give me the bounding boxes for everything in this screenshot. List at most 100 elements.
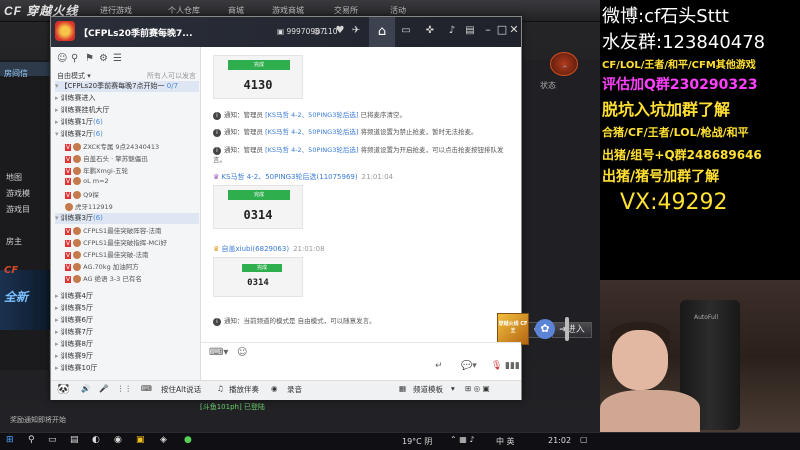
member-item[interactable]: V Q9探 xyxy=(65,189,199,200)
volume-slider[interactable]: ⋮⋮ xyxy=(117,384,132,393)
group-home-icon[interactable]: ☺ xyxy=(57,53,67,64)
channel-training-7[interactable]: ▸ 训练赛7厅 xyxy=(55,327,199,338)
member-item[interactable]: VoL m=2 xyxy=(65,177,199,188)
minimize-icon[interactable]: – xyxy=(481,23,495,36)
info-icon: i xyxy=(213,147,221,155)
emoji-icon[interactable]: ☺ xyxy=(237,347,247,358)
play-accompaniment-button[interactable]: 播放伴奏 xyxy=(229,384,259,395)
admin-link[interactable]: [KS马哲 4-2、50PING3轮后选] xyxy=(265,128,358,136)
channel-training-9[interactable]: ▸ 训练赛9厅 xyxy=(55,351,199,362)
channel-label: 训练赛5厅 xyxy=(60,304,93,312)
keyboard-icon[interactable]: ⌨ xyxy=(141,384,152,393)
assistant-icon[interactable]: ✿ xyxy=(535,319,555,339)
channel-label: 训练赛7厅 xyxy=(60,328,93,336)
group-avatar[interactable] xyxy=(55,21,75,41)
member-item[interactable]: V CFPLS1最佳突破-法南 xyxy=(65,249,199,260)
list-icon[interactable]: ☰ xyxy=(113,53,122,64)
channel-main[interactable]: ▾ 【CFPLs20季前赛每晚7点开始一 0/7 xyxy=(55,81,199,92)
channel-training-entry[interactable]: ▸ 训练赛进入 xyxy=(55,93,199,104)
mic-toggle-icon[interactable]: 🎤 xyxy=(99,384,108,393)
send-icon[interactable]: ✈ xyxy=(349,25,363,36)
game-tab-inventory[interactable]: 个人仓库 xyxy=(168,5,200,16)
member-item[interactable]: V 年鹏Xmgi-五轮 xyxy=(65,165,199,176)
member-item[interactable]: V AG.70kg 加油阿方 xyxy=(65,261,199,272)
location-icon[interactable]: ⚑ xyxy=(85,53,94,64)
member-name: 年鹏Xmgi-五轮 xyxy=(83,167,129,175)
mode-dropdown[interactable]: 自由模式 ▾ xyxy=(57,71,91,81)
member-name: ZXCK专属 9点24340413 xyxy=(83,143,160,151)
member-item[interactable]: V CFPLS1最佳突破指挥-MCi好 xyxy=(65,237,199,248)
task-view-icon[interactable]: ▭ xyxy=(48,435,57,445)
record-icon[interactable]: ◉ xyxy=(271,384,278,393)
close-icon[interactable]: ✕ xyxy=(507,23,521,36)
template-icon[interactable]: ▦ xyxy=(399,384,406,393)
admin-link[interactable]: [KS马哲 4-2、50PING3轮后选] xyxy=(265,146,358,154)
record-button[interactable]: 录音 xyxy=(287,384,302,395)
hold-to-speak-button[interactable]: 按住Alt说话 xyxy=(161,384,201,395)
input-method[interactable]: 中 英 xyxy=(496,436,515,447)
gamepad-icon[interactable]: ✜ xyxy=(423,25,437,36)
scroll-up-icon[interactable]: ⌃ xyxy=(561,65,569,75)
speaker-icon[interactable]: 🔊 xyxy=(81,384,90,393)
chat-app-icon[interactable]: ◈ xyxy=(160,435,167,445)
announcement-icon[interactable]: ▭ xyxy=(399,25,413,36)
notification-icon[interactable]: ▢ xyxy=(580,435,588,444)
game-tab-shop[interactable]: 商城 xyxy=(228,5,244,16)
channel-training-lobby[interactable]: ▸ 训练赛挂机大厅 xyxy=(55,105,199,116)
channel-label: 训练赛10厅 xyxy=(60,364,98,372)
favorite-icon[interactable]: ♥ xyxy=(333,25,347,36)
windows-start-icon[interactable]: ⊞ xyxy=(6,435,14,445)
weather-widget[interactable]: 19°C 阴 xyxy=(402,436,432,447)
channel-training-2[interactable]: ▾ 训练赛2厅(6) xyxy=(55,129,199,140)
wechat-icon[interactable]: ● xyxy=(184,435,192,445)
channel-training-3[interactable]: ▾ 训练赛3厅(6) xyxy=(55,213,199,224)
mic-icon[interactable]: 🎙 xyxy=(491,361,502,371)
promo-image[interactable]: 穿越火线 CF 王 xyxy=(497,313,529,345)
channel-training-1-count: (6) xyxy=(92,118,103,126)
panda-icon[interactable]: 🐼 xyxy=(57,384,69,395)
app-icon[interactable]: ◐ xyxy=(92,435,100,445)
more-icon[interactable]: ▤ xyxy=(463,25,477,36)
home-icon[interactable]: ⌂ xyxy=(369,17,395,47)
message-sender[interactable]: ♛ 自盖xiubi(6829063) 21:01:08 xyxy=(213,244,325,254)
notice-prefix: 通知：管理员 xyxy=(224,146,263,154)
channel-training-1[interactable]: ▸ 训练赛1厅(6) xyxy=(55,117,199,128)
game-code-screenshot[interactable]: 完成 0314 xyxy=(213,257,303,297)
member-item[interactable]: V ZXCK专属 9点24340413 xyxy=(65,141,199,152)
settings-icon[interactable]: ⚙ xyxy=(99,53,108,64)
channel-training-10[interactable]: ▸ 训练赛10厅 xyxy=(55,363,199,374)
music-icon[interactable]: ♫ xyxy=(217,384,224,393)
channel-template-button[interactable]: 频道模板 xyxy=(413,384,443,395)
member-avatar xyxy=(73,191,82,199)
chat-bubble-icon[interactable]: 💬▾ xyxy=(461,361,477,371)
game-tab-play[interactable]: 进行游戏 xyxy=(100,5,132,16)
overlay-fan-group: 水友群:123840478 xyxy=(602,32,766,53)
gamepad-icon[interactable]: ⌨▾ xyxy=(209,347,228,358)
member-item[interactable]: V 自盖石头 · 擎苏魅儡迅 xyxy=(65,153,199,164)
clock[interactable]: 21:02 xyxy=(548,436,571,445)
game-tab-events[interactable]: 活动 xyxy=(390,5,406,16)
member-item[interactable]: 虎牙112919 xyxy=(65,201,199,212)
message-sender[interactable]: ♛ KS马哲 4-2、50PING3轮后选(11075969) 21:01:04 xyxy=(213,172,393,182)
channel-training-8[interactable]: ▸ 训练赛8厅 xyxy=(55,339,199,350)
enter-key-icon[interactable]: ↵ xyxy=(435,361,443,371)
chevron-down-icon[interactable]: ▾ xyxy=(451,384,455,393)
tray-icons[interactable]: ⌃ ▦ ♪ xyxy=(450,435,474,444)
message-scrollbar[interactable] xyxy=(565,317,569,341)
search-icon[interactable]: ⚲ xyxy=(28,435,35,445)
channel-training-5[interactable]: ▸ 训练赛5厅 xyxy=(55,303,199,314)
game-taskbar-icon[interactable]: ▣ xyxy=(136,435,145,445)
app-icons[interactable]: ⊞ ◎ ▣ xyxy=(465,384,490,393)
member-item[interactable]: V AG 绝语 3-3 已有名 xyxy=(65,273,199,284)
channel-training-4[interactable]: ▸ 训练赛4厅 xyxy=(55,291,199,302)
game-tab-exchange[interactable]: 交易所 xyxy=(334,5,358,16)
admin-link[interactable]: [KS马哲 4-2、50PING3轮后选] xyxy=(265,111,358,119)
channel-training-6[interactable]: ▸ 训练赛6厅 xyxy=(55,315,199,326)
member-item[interactable]: V CFPLS1最佳突破阵容-法南 xyxy=(65,225,199,236)
search-icon[interactable]: ⚲ xyxy=(71,53,78,64)
explorer-icon[interactable]: ▤ xyxy=(70,435,79,445)
game-tab-game-shop[interactable]: 游戏商城 xyxy=(272,5,304,16)
browser-icon[interactable]: ◉ xyxy=(114,435,122,445)
bell-icon[interactable]: ♪ xyxy=(445,25,459,36)
enter-room-button[interactable]: ➔进入 xyxy=(552,322,592,338)
